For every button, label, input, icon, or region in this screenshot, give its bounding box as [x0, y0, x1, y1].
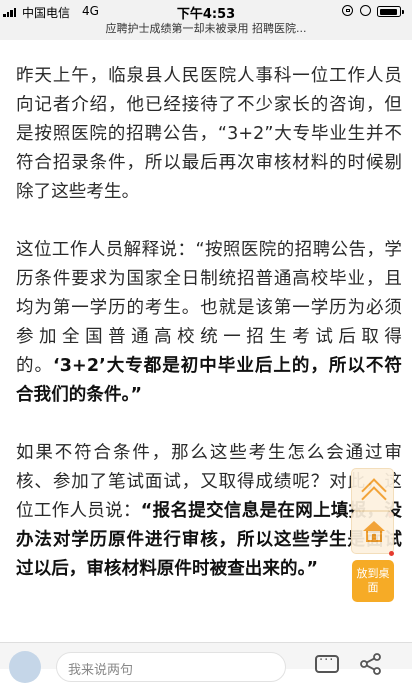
bottom-bar: 我来说两句 — [0, 642, 412, 683]
notification-dot — [389, 551, 394, 556]
rotation-lock-icon — [342, 5, 353, 16]
article-paragraph: 如果不符合条件，那么这些考生怎么会通过审核、参加了笔试面试，又取得成绩呢？对此，… — [16, 439, 402, 584]
paragraph-text: 昨天上午，临泉县人民医院人事科一位工作人员向记者介绍，他已经接待了不少家长的咨询… — [16, 66, 402, 202]
battery-icon — [377, 6, 404, 17]
avatar[interactable] — [9, 651, 41, 683]
article-paragraph: 昨天上午，临泉县人民医院人事科一位工作人员向记者介绍，他已经接待了不少家长的咨询… — [16, 62, 402, 207]
home-button[interactable] — [351, 511, 394, 554]
alarm-icon — [360, 5, 371, 16]
bold-quote: ‘3+2’大专都是初中毕业后上的，所以不符合我们的条件。” — [16, 356, 402, 405]
article-paragraph: 这位工作人员解释说：“按照医院的招聘公告，学历条件要求为国家全日制统招普通高校毕… — [16, 236, 402, 410]
comment-input[interactable]: 我来说两句 — [56, 652, 286, 682]
scroll-to-top-button[interactable] — [351, 468, 394, 512]
home-icon-body — [366, 530, 382, 542]
article-body: 昨天上午，临泉县人民医院人事科一位工作人员向记者介绍，他已经接待了不少家长的咨询… — [16, 62, 402, 613]
comment-icon[interactable] — [315, 653, 339, 673]
status-bar: 中国电信 4G 下午4:53 — [0, 0, 412, 22]
add-to-desktop-button[interactable]: 放到桌面 — [352, 560, 394, 602]
page-title: 应聘护士成绩第一却未被录用 招聘医院... — [0, 22, 412, 40]
comment-placeholder: 我来说两句 — [68, 663, 134, 678]
share-icon[interactable] — [360, 653, 382, 675]
